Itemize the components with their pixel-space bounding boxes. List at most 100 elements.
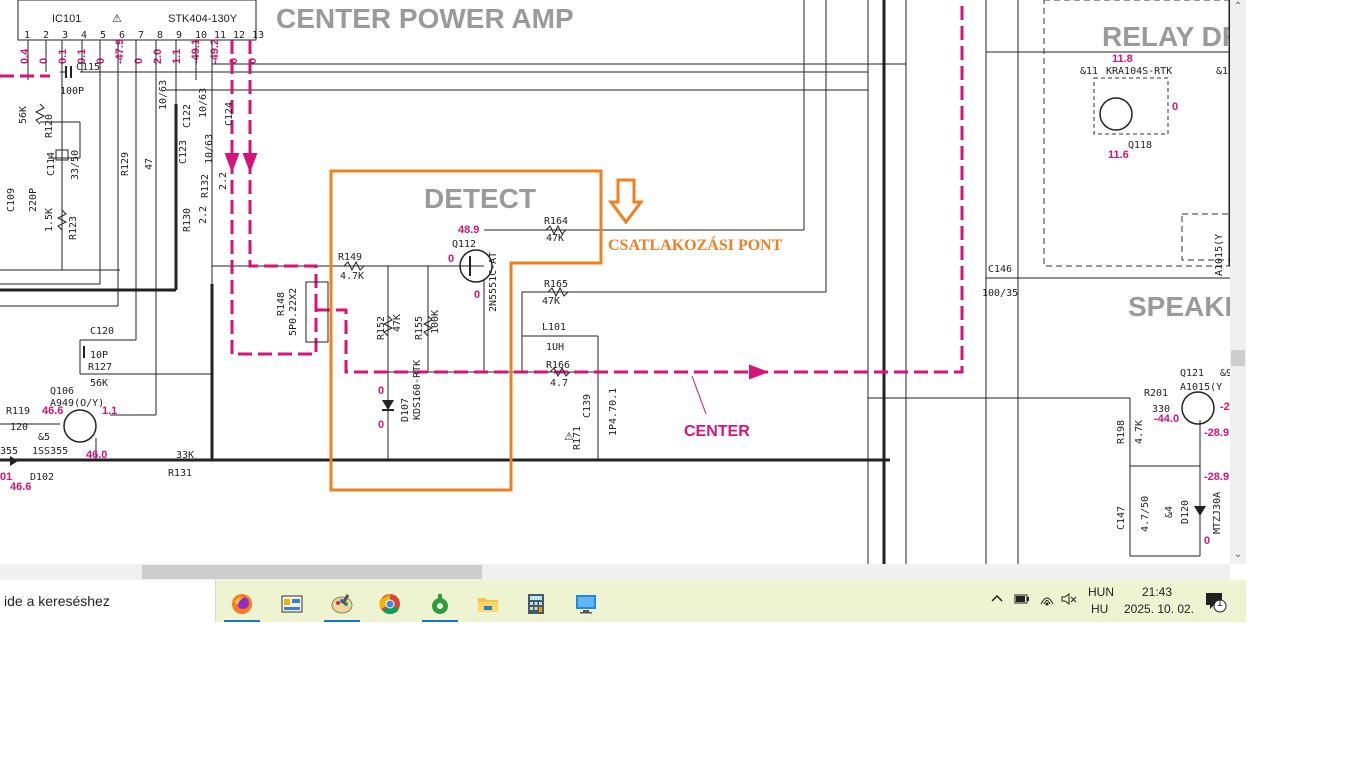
svg-text:2N5551C-AT: 2N5551C-AT [488,252,499,312]
svg-text:KDS160-RTK: KDS160-RTK [412,360,423,420]
svg-text:100/35: 100/35 [982,288,1018,299]
show-hidden-icons-icon[interactable] [990,592,1004,609]
search-input[interactable]: ide a kereséshez [0,580,216,622]
svg-text:-2: -2 [1220,401,1230,413]
svg-text:46.6: 46.6 [10,481,31,493]
annotation-label: CSATLAKOZÁSI PONT [608,235,783,254]
input-language-top[interactable]: HUN [1088,585,1114,599]
chrome-icon[interactable] [370,585,410,622]
svg-text:R120: R120 [44,114,55,138]
svg-text:220P: 220P [28,188,39,212]
svg-text:&4: &4 [1164,506,1175,518]
svg-text:11.6: 11.6 [1108,149,1129,161]
svg-text:0: 0 [378,385,384,397]
file-explorer-icon[interactable] [468,585,508,622]
clock-date[interactable]: 2025. 10. 02. [1124,602,1194,616]
svg-text:47K: 47K [542,296,560,307]
svg-text:D102: D102 [30,472,54,483]
svg-text:&5: &5 [38,432,50,443]
svg-text:R201: R201 [1144,388,1168,399]
svg-text:46.0: 46.0 [86,449,107,461]
svg-text:0: 0 [1204,535,1210,547]
scroll-down-icon[interactable]: ⌄ [1230,548,1246,562]
ic-pin-number: 3 [62,30,68,41]
ic-pin-voltage: 2.0 [152,49,164,64]
svg-text:1P4.70.1: 1P4.70.1 [608,388,619,436]
ic-pin-voltage: 0 [133,58,145,64]
svg-text:&1: &1 [1216,66,1228,77]
taskbar: ide a kereséshez HUN HU 21:43 2025. 10. … [0,580,1246,622]
svg-text:Q118: Q118 [1128,140,1152,151]
ic-pin-voltage: -47.9 [114,39,126,64]
calculator-icon[interactable] [516,585,556,622]
ic-pin-number: 2 [43,30,49,41]
input-language-bottom[interactable]: HU [1091,602,1108,616]
svg-text:56K: 56K [90,378,108,389]
wifi-icon[interactable] [1038,592,1056,609]
ic101-label: IC101 [52,13,81,25]
svg-text:C139: C139 [582,394,593,418]
svg-text:33/50: 33/50 [70,150,81,180]
svg-text:47: 47 [144,158,155,170]
media-app-icon[interactable] [272,585,312,622]
vertical-scroll-thumb[interactable] [1231,350,1245,366]
remote-desktop-icon[interactable] [566,585,606,622]
ic-pin-voltage: 0 [38,58,50,64]
svg-text:C124: C124 [224,102,235,126]
svg-text:R149: R149 [338,252,362,263]
clock-time[interactable]: 21:43 [1142,585,1172,599]
svg-text:1.1: 1.1 [102,405,117,417]
q118-transistor [1099,97,1133,131]
svg-text:-28.9: -28.9 [1204,471,1229,483]
svg-text:R132: R132 [200,174,211,198]
ic-pin-number: 13 [252,30,264,41]
ic-pin-voltage: 1.1 [171,49,183,64]
svg-text:100P: 100P [60,86,84,97]
ic-pin-voltage: 0.1 [57,49,69,64]
paint-icon[interactable] [322,585,362,622]
svg-text:C114: C114 [46,152,57,176]
vertical-scrollbar[interactable]: ⌃ ⌄ [1230,0,1246,564]
d120-diode [1194,506,1206,516]
svg-text:120: 120 [10,422,28,433]
svg-text:1UH: 1UH [546,342,564,353]
schematic-diagram: IC101 ⚠ STK404-130Y 10.42030.140.1506-47… [0,0,1230,564]
firefox-icon[interactable] [222,585,262,622]
q106-transistor [63,409,97,443]
ic-pins: 10.42030.140.1506-47.97082.091.110-49.11… [19,30,264,64]
svg-text:C146: C146 [988,264,1012,275]
svg-text:10P: 10P [90,350,108,361]
svg-text:C120: C120 [90,326,114,337]
ic-pin-number: 5 [100,30,106,41]
svg-text:0: 0 [474,289,480,301]
image-viewer: IC101 ⚠ STK404-130Y 1 0.4 2 0 3 0.1 4 0.1 5 0 6 -47… [0,0,1246,580]
battery-icon[interactable] [1013,592,1031,609]
notification-icon[interactable]: 1 [1204,590,1228,614]
horizontal-scroll-thumb[interactable] [142,565,482,579]
svg-text:C115: C115 [76,62,100,73]
section-title: CENTER POWER AMP [276,3,574,34]
svg-text:R166: R166 [546,360,570,371]
svg-text:4.7/50: 4.7/50 [1140,496,1151,532]
svg-text:5P0.22X2: 5P0.22X2 [288,288,299,336]
search-placeholder: ide a kereséshez [4,593,110,609]
svg-text:Q106: Q106 [50,386,74,397]
ic-pin-voltage: 0 [228,58,240,64]
svg-text:R119: R119 [6,406,30,417]
green-app-icon[interactable] [420,585,460,622]
horizontal-scrollbar[interactable] [0,564,1230,580]
svg-text:L101: L101 [542,322,566,333]
svg-text:48.9: 48.9 [458,224,479,236]
svg-text:-44.0: -44.0 [1154,413,1179,425]
svg-text:1SS355: 1SS355 [32,446,68,457]
svg-text:A1015(Y: A1015(Y [1180,382,1222,393]
svg-text:D107: D107 [400,398,411,422]
ic-pin-voltage: -49.2 [209,39,221,64]
svg-text:R129: R129 [120,152,131,176]
volume-muted-icon[interactable] [1060,592,1078,609]
svg-text:R152: R152 [376,316,387,340]
notification-count: 1 [1217,598,1223,609]
svg-text:10/63: 10/63 [198,88,209,118]
svg-text:R123: R123 [68,216,79,240]
scroll-up-icon[interactable]: ⌃ [1230,0,1246,14]
